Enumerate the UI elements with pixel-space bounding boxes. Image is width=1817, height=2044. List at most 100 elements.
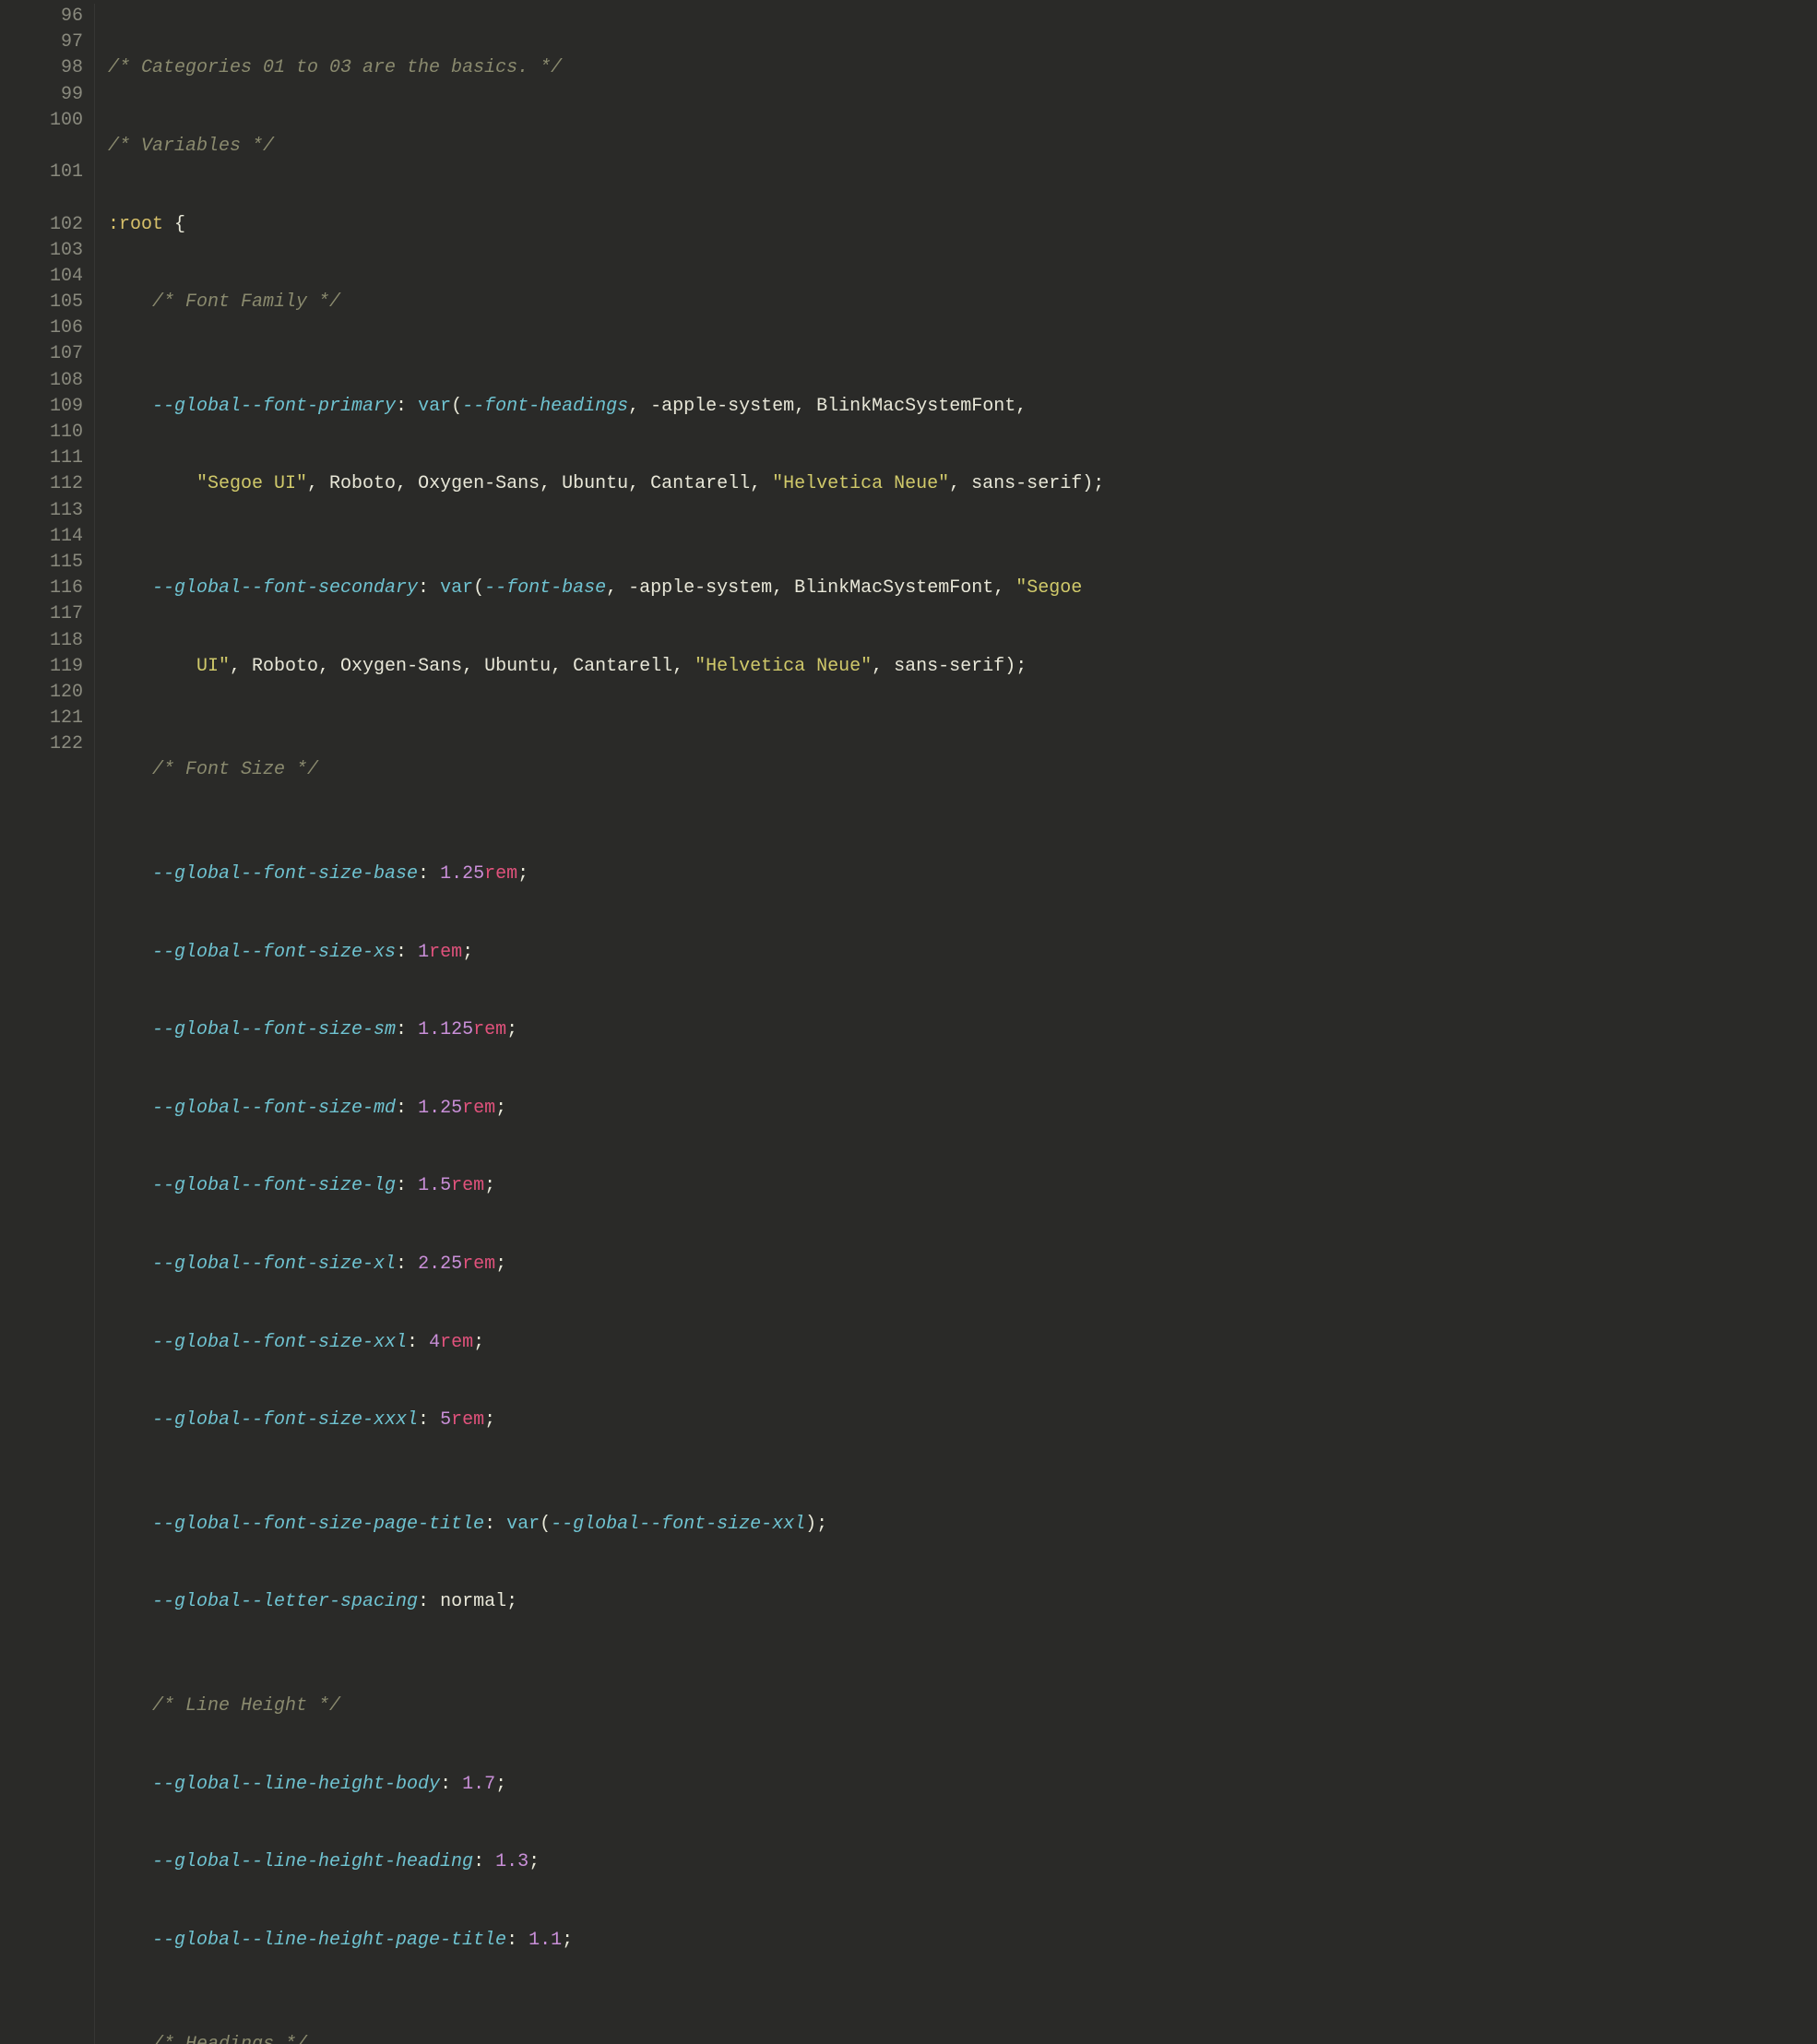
string-token: "Helvetica Neue" — [695, 656, 872, 677]
code-line[interactable]: /* Headings */ — [108, 2032, 1817, 2044]
line-number: 103 — [0, 238, 83, 264]
property-token: --global--font-size-xs — [152, 942, 396, 963]
identifier-token: , sans-serif — [949, 473, 1082, 494]
comma-token: , — [606, 577, 628, 599]
property-token: --global--font-secondary — [152, 577, 418, 599]
property-token: --global--font-size-page-title — [152, 1514, 484, 1535]
line-number: 106 — [0, 315, 83, 341]
property-token: --global--font-primary — [152, 396, 396, 417]
colon-token: : — [418, 577, 440, 599]
code-line[interactable]: --global--font-size-page-title: var(--gl… — [108, 1512, 1817, 1538]
number-token: 1.1 — [528, 1930, 562, 1951]
line-number: 122 — [0, 731, 83, 757]
identifier-token: , Roboto, Oxygen-Sans, Ubuntu, Cantarell… — [307, 473, 772, 494]
property-token: --global--font-size-lg — [152, 1175, 396, 1196]
code-line[interactable]: --global--font-size-md: 1.25rem; — [108, 1096, 1817, 1122]
number-token: 2.25 — [418, 1254, 462, 1275]
property-token: --global--line-height-heading — [152, 1851, 473, 1872]
code-line[interactable]: :root { — [108, 212, 1817, 238]
paren-close-token: ) — [1004, 656, 1015, 677]
string-token: "Helvetica Neue" — [772, 473, 949, 494]
line-number: 121 — [0, 706, 83, 731]
code-line[interactable]: /* Variables */ — [108, 134, 1817, 160]
line-number: 118 — [0, 628, 83, 654]
code-line[interactable]: --global--font-size-xl: 2.25rem; — [108, 1252, 1817, 1278]
code-line[interactable]: --global--letter-spacing: normal; — [108, 1589, 1817, 1615]
code-line[interactable]: /* Font Family */ — [108, 290, 1817, 315]
var-ref-token: --global--font-size-xxl — [551, 1514, 805, 1535]
string-token: UI" — [196, 656, 230, 677]
code-area[interactable]: /* Categories 01 to 03 are the basics. *… — [94, 4, 1817, 2044]
property-token: --global--font-size-sm — [152, 1019, 396, 1040]
unit-token: rem — [462, 1254, 495, 1275]
code-line[interactable]: --global--font-size-xs: 1rem; — [108, 940, 1817, 966]
string-token: "Segoe — [1015, 577, 1093, 599]
code-line-wrap[interactable]: UI", Roboto, Oxygen-Sans, Ubuntu, Cantar… — [108, 654, 1817, 680]
line-number: 102 — [0, 212, 83, 238]
line-number — [0, 134, 83, 160]
number-token: 1 — [418, 942, 429, 963]
code-line[interactable]: /* Categories 01 to 03 are the basics. *… — [108, 55, 1817, 81]
number-token: 5 — [440, 1409, 451, 1431]
line-number: 98 — [0, 55, 83, 81]
identifier-token: -apple-system, BlinkMacSystemFont, — [628, 577, 1015, 599]
code-line-wrap[interactable]: "Segoe UI", Roboto, Oxygen-Sans, Ubuntu,… — [108, 471, 1817, 497]
number-token: 1.125 — [418, 1019, 473, 1040]
line-number: 101 — [0, 160, 83, 185]
number-token: 1.3 — [495, 1851, 528, 1872]
line-number: 105 — [0, 290, 83, 315]
code-line[interactable]: --global--font-size-xxxl: 5rem; — [108, 1408, 1817, 1433]
line-number: 111 — [0, 446, 83, 471]
code-line[interactable]: /* Font Size */ — [108, 757, 1817, 783]
code-editor[interactable]: 96 97 98 99 100 101 102 103 104 105 106 … — [0, 0, 1817, 2044]
unit-token: rem — [484, 863, 517, 885]
selector-token: :root — [108, 214, 163, 235]
line-number: 96 — [0, 4, 83, 30]
code-line[interactable]: --global--font-secondary: var(--font-bas… — [108, 576, 1817, 601]
identifier-token: normal — [440, 1591, 506, 1612]
number-token: 1.5 — [418, 1175, 451, 1196]
line-number: 115 — [0, 550, 83, 576]
comment-token: /* Headings */ — [152, 2034, 307, 2044]
code-line[interactable]: --global--line-height-page-title: 1.1; — [108, 1928, 1817, 1954]
comma-token: , — [628, 396, 650, 417]
line-number: 112 — [0, 471, 83, 497]
function-token: var — [418, 396, 451, 417]
number-token: 1.25 — [418, 1098, 462, 1119]
line-number: 109 — [0, 394, 83, 420]
code-line[interactable]: --global--font-size-lg: 1.5rem; — [108, 1173, 1817, 1199]
property-token: --global--font-size-md — [152, 1098, 396, 1119]
property-token: --global--letter-spacing — [152, 1591, 418, 1612]
unit-token: rem — [451, 1175, 484, 1196]
function-token: var — [440, 577, 473, 599]
comment-token: /* Variables */ — [108, 136, 274, 157]
property-token: --global--line-height-page-title — [152, 1930, 506, 1951]
property-token: --global--font-size-base — [152, 863, 418, 885]
line-number: 107 — [0, 341, 83, 367]
line-number: 99 — [0, 82, 83, 108]
line-number: 120 — [0, 680, 83, 706]
code-line[interactable]: --global--font-size-xxl: 4rem; — [108, 1330, 1817, 1356]
property-token: --global--line-height-body — [152, 1774, 440, 1795]
colon-token: : — [396, 396, 418, 417]
property-token: --global--font-size-xxxl — [152, 1409, 418, 1431]
line-number — [0, 185, 83, 211]
code-line[interactable]: --global--line-height-body: 1.7; — [108, 1772, 1817, 1798]
semicolon-token: ; — [1093, 473, 1104, 494]
line-number: 116 — [0, 576, 83, 601]
paren-close-token: ) — [1082, 473, 1093, 494]
line-number: 113 — [0, 498, 83, 524]
line-number: 104 — [0, 264, 83, 290]
comment-token: /* Categories 01 to 03 are the basics. *… — [108, 57, 562, 78]
line-number: 114 — [0, 524, 83, 550]
comment-token: /* Font Size */ — [152, 759, 318, 780]
code-line[interactable]: /* Line Height */ — [108, 1693, 1817, 1719]
code-line[interactable]: --global--font-size-base: 1.25rem; — [108, 862, 1817, 887]
unit-token: rem — [473, 1019, 506, 1040]
property-token: --global--font-size-xxl — [152, 1332, 407, 1353]
line-number: 117 — [0, 601, 83, 627]
code-line[interactable]: --global--line-height-heading: 1.3; — [108, 1849, 1817, 1875]
code-line[interactable]: --global--font-primary: var(--font-headi… — [108, 394, 1817, 420]
comment-token: /* Line Height */ — [152, 1695, 340, 1717]
line-number: 119 — [0, 654, 83, 680]
